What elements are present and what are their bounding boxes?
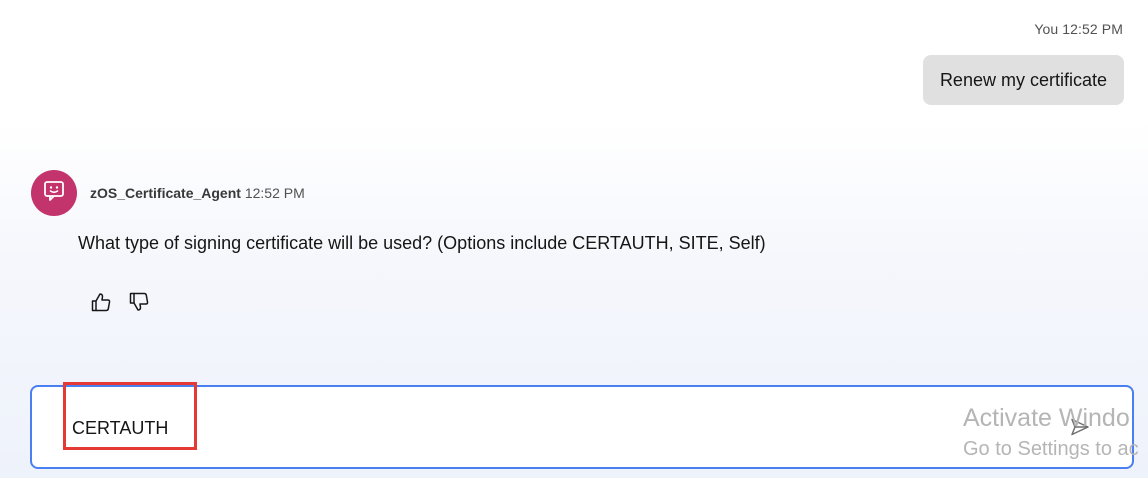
thumbs-up-button[interactable] xyxy=(89,292,113,316)
agent-name: zOS_Certificate_Agent xyxy=(90,185,241,201)
bot-message-header: zOS_Certificate_Agent 12:52 PM xyxy=(90,185,305,201)
send-button[interactable] xyxy=(1068,417,1092,441)
user-message-meta: You 12:52 PM xyxy=(1034,21,1123,37)
chat-bot-icon xyxy=(43,180,65,207)
bot-message-text: What type of signing certificate will be… xyxy=(78,233,766,253)
user-message-bubble: Renew my certificate xyxy=(922,55,1124,105)
message-input[interactable] xyxy=(72,413,932,443)
bot-message-time: 12:52 PM xyxy=(244,185,305,201)
user-message-text: Renew my certificate xyxy=(939,70,1107,90)
thumbs-down-button[interactable] xyxy=(127,292,151,316)
thumbs-down-icon xyxy=(128,291,150,318)
bot-avatar xyxy=(31,170,77,216)
message-composer xyxy=(30,385,1134,469)
thumbs-up-icon xyxy=(90,291,112,318)
send-icon xyxy=(1070,417,1090,442)
feedback-bar xyxy=(89,292,151,316)
